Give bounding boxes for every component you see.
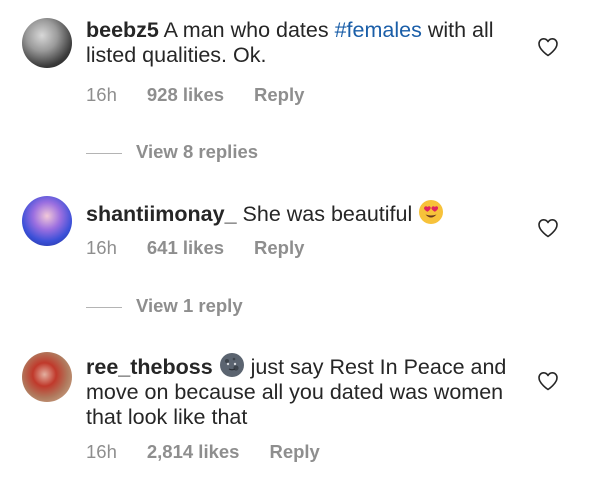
username[interactable]: shantiimonay_ [86,202,237,226]
view-replies-label[interactable]: View 1 reply [136,295,243,316]
username[interactable]: beebz5 [86,18,159,42]
comment-body: A man who dates [158,18,335,42]
view-replies-button[interactable]: View 1 reply [86,295,243,317]
timestamp: 16h [86,237,117,258]
reply-button[interactable]: Reply [254,237,304,259]
divider-line [86,152,122,154]
view-replies-label[interactable]: View 8 replies [136,141,258,162]
heart-outline-icon[interactable] [536,216,560,240]
new-moon-face-emoji [219,353,244,377]
username[interactable]: ree_theboss [86,355,213,379]
avatar[interactable] [22,196,72,246]
comment-text: shantiimonay_ She was beautiful [86,199,516,227]
heart-outline-icon[interactable] [536,35,560,59]
comment-text: beebz5 A man who dates #females with all… [86,18,516,68]
comment-meta: 16h 2,814 likes Reply [86,441,320,463]
divider-line [86,306,122,308]
hashtag-link[interactable]: #females [335,18,422,42]
timestamp: 16h [86,84,117,105]
heart-outline-icon[interactable] [536,369,560,393]
comment-meta: 16h 928 likes Reply [86,84,304,106]
comment-meta: 16h 641 likes Reply [86,237,304,259]
comment-body: She was beautiful [236,202,419,226]
avatar[interactable] [22,18,72,68]
reply-button[interactable]: Reply [269,441,319,463]
likes-count[interactable]: 641 likes [147,237,224,259]
reply-button[interactable]: Reply [254,84,304,106]
avatar[interactable] [22,352,72,402]
view-replies-button[interactable]: View 8 replies [86,141,258,163]
comment-text: ree_theboss just say Rest In Peace and m… [86,352,516,430]
likes-count[interactable]: 2,814 likes [147,441,240,463]
heart-eyes-emoji [419,200,444,224]
likes-count[interactable]: 928 likes [147,84,224,106]
timestamp: 16h [86,441,117,462]
